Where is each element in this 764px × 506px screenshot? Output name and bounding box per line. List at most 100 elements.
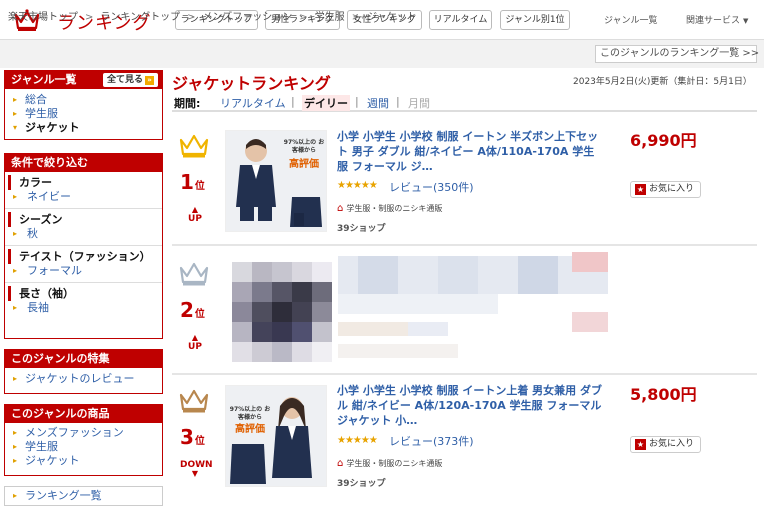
rank-suffix: 位 [194,181,205,192]
period-label: 期間: [174,97,201,110]
filter-value-autumn[interactable]: 秋 [5,227,162,241]
filter-heading: カラー [8,175,162,190]
breadcrumb: 楽天市場トップ > ランキングトップ > メンズファッション > 学生服 > ジャケット [8,8,417,23]
rank-number: 1位 [180,170,205,194]
filter-value-formal[interactable]: フォーマル [5,264,162,278]
filter-group-season: シーズン 秋 [5,209,162,246]
rank-suffix: 位 [194,436,205,447]
filter-value-long-sleeve[interactable]: 長袖 [5,301,162,315]
ranking-row-2: 2位 ▲ UP [172,246,757,375]
nav-genre-first[interactable]: ジャンル別1位 [500,10,570,30]
add-favorite-button[interactable]: ★ お気に入り [630,181,701,198]
updated-date: 2023年5月2日(火)更新（集計日：5月1日） [573,77,752,87]
filter-heading: シーズン [8,212,162,227]
breadcrumb-separator: > [351,12,361,23]
rank-value: 2 [180,298,194,322]
products-item-jacket[interactable]: ジャケット [5,454,162,468]
ranking-list-box: ランキング一覧 [4,486,163,506]
breadcrumb-item-current[interactable]: ジャケット [367,12,417,23]
filter-group-color: カラー ネイビー [5,172,162,209]
filter-header: 条件で絞り込む [5,154,162,172]
shop-name: 学生服・制服のニシキ通販 [346,204,443,213]
shop-39-badge: 39ショップ [337,479,386,489]
products-item-mens-fashion[interactable]: メンズファッション [5,426,162,440]
related-services-label: 関連サービス [686,16,741,26]
rank-value: 1 [180,170,194,194]
chevron-down-icon: ▼ [743,17,749,25]
filter-group-sleeve: 長さ（袖） 長袖 [5,283,162,319]
breadcrumb-separator: > [85,12,94,23]
see-all-label: 全て見る [106,75,143,85]
rank-number: 3位 [180,425,205,449]
genre-list-title: ジャンル一覧 [11,73,77,86]
ranking-list-link[interactable]: ランキング一覧 [5,489,162,503]
nav-realtime[interactable]: リアルタイム [429,10,492,30]
pixelated-product-icon [228,252,608,370]
product-price: 5,800円 [630,385,697,404]
review-link[interactable]: レビュー(373件) [389,433,474,449]
arrow-icon: » [145,76,154,85]
feature-item-jacket-review[interactable]: ジャケットのレビュー [5,372,162,386]
redacted-product-block [228,252,608,370]
shop-link[interactable]: ⌂ 学生服・制服のニシキ通販 [337,458,442,469]
silver-crown-icon [179,262,209,286]
home-icon: ⌂ [337,203,344,214]
sidebar-item-school-uniform[interactable]: 学生服 [5,107,162,121]
genre-products-header: このジャンルの商品 [5,405,162,423]
ranking-row-3: 3位 DOWN ▼ 97%以上の お客様から 高評価 小学 小学生 小学校 制服 … [172,375,757,504]
star-rating: ★★★★★ [337,435,378,446]
sidebar-item-overall[interactable]: 総合 [5,93,162,107]
rank-change-label: UP [188,214,202,224]
breadcrumb-separator: > [299,12,308,23]
feature-header: このジャンルの特集 [5,350,162,368]
add-favorite-button[interactable]: ★ お気に入り [630,436,701,453]
product-title[interactable]: 小学 小学生 小学校 制服 イートン 半ズボン上下セット 男子 ダブル 紺/ネイ… [337,129,605,174]
tab-weekly[interactable]: 週間 [367,95,389,111]
rank-suffix: 位 [194,309,205,320]
arrow-up-icon: ▲ [191,333,199,342]
tab-daily[interactable]: デイリー [302,95,350,111]
breadcrumb-separator: > [187,12,196,23]
breadcrumb-item[interactable]: 楽天市場トップ [8,12,78,23]
image-badge-highlight: 高評価 [289,159,319,170]
product-image[interactable]: 97%以上の お客様から 高評価 [225,385,327,487]
feature-box: このジャンルの特集 ジャケットのレビュー [4,349,163,394]
breadcrumb-item[interactable]: メンズファッション [202,12,292,23]
genre-list-link[interactable]: ジャンル一覧 [604,13,658,26]
tab-separator: | [396,95,400,108]
product-image[interactable]: 97%以上の お客様から 高評価 [225,130,327,232]
image-badge: 97%以上の お客様から [229,406,271,421]
shop-39-badge: 39ショップ [337,224,386,234]
bronze-crown-icon [179,389,209,413]
genre-ranking-list-link[interactable]: このジャンルのランキング一覧 >> [595,45,759,63]
rank-number: 2位 [180,298,205,322]
genre-list-header: ジャンル一覧 全て見る» [5,71,162,89]
see-all-button[interactable]: 全て見る» [102,73,158,87]
gold-crown-icon [179,134,209,158]
image-badge: 97%以上の お客様から [283,139,325,154]
filter-value-navy[interactable]: ネイビー [5,190,162,204]
product-photo-icon [226,386,326,486]
filter-box: 条件で絞り込む カラー ネイビー シーズン 秋 テイスト（ファッション） フォー… [4,153,163,339]
review-link[interactable]: レビュー(350件) [389,179,474,195]
arrow-down-icon: ▼ [191,469,199,478]
filter-heading: テイスト（ファッション） [8,249,162,264]
shop-name: 学生服・制服のニシキ通販 [346,459,443,468]
filter-heading: 長さ（袖） [8,286,162,301]
breadcrumb-item[interactable]: ランキングトップ [100,12,180,23]
breadcrumb-item[interactable]: 学生服 [315,12,345,23]
star-icon: ★ [635,439,646,450]
sidebar-item-jacket[interactable]: ジャケット [5,121,162,135]
arrow-up-icon: ▲ [191,205,199,214]
ranking-row-1: 1位 ▲ UP 97%以上の お客様から 高評価 小学 小学生 小学校 制服 イー… [172,118,757,246]
period-tabs: 期間: リアルタイム | デイリー | 週間 | 月間 [172,90,757,112]
tab-monthly: 月間 [408,97,430,110]
tab-realtime[interactable]: リアルタイム [220,95,286,111]
related-services-menu[interactable]: 関連サービス ▼ [686,13,748,26]
genre-products-box: このジャンルの商品 メンズファッション 学生服 ジャケット [4,404,163,476]
products-item-school-uniform[interactable]: 学生服 [5,440,162,454]
star-icon: ★ [635,184,646,195]
product-price: 6,990円 [630,131,697,150]
product-title[interactable]: 小学 小学生 小学校 制服 イートン上着 男女兼用 ダブル 紺/ネイビー A体/… [337,383,605,428]
shop-link[interactable]: ⌂ 学生服・制服のニシキ通販 [337,203,442,214]
